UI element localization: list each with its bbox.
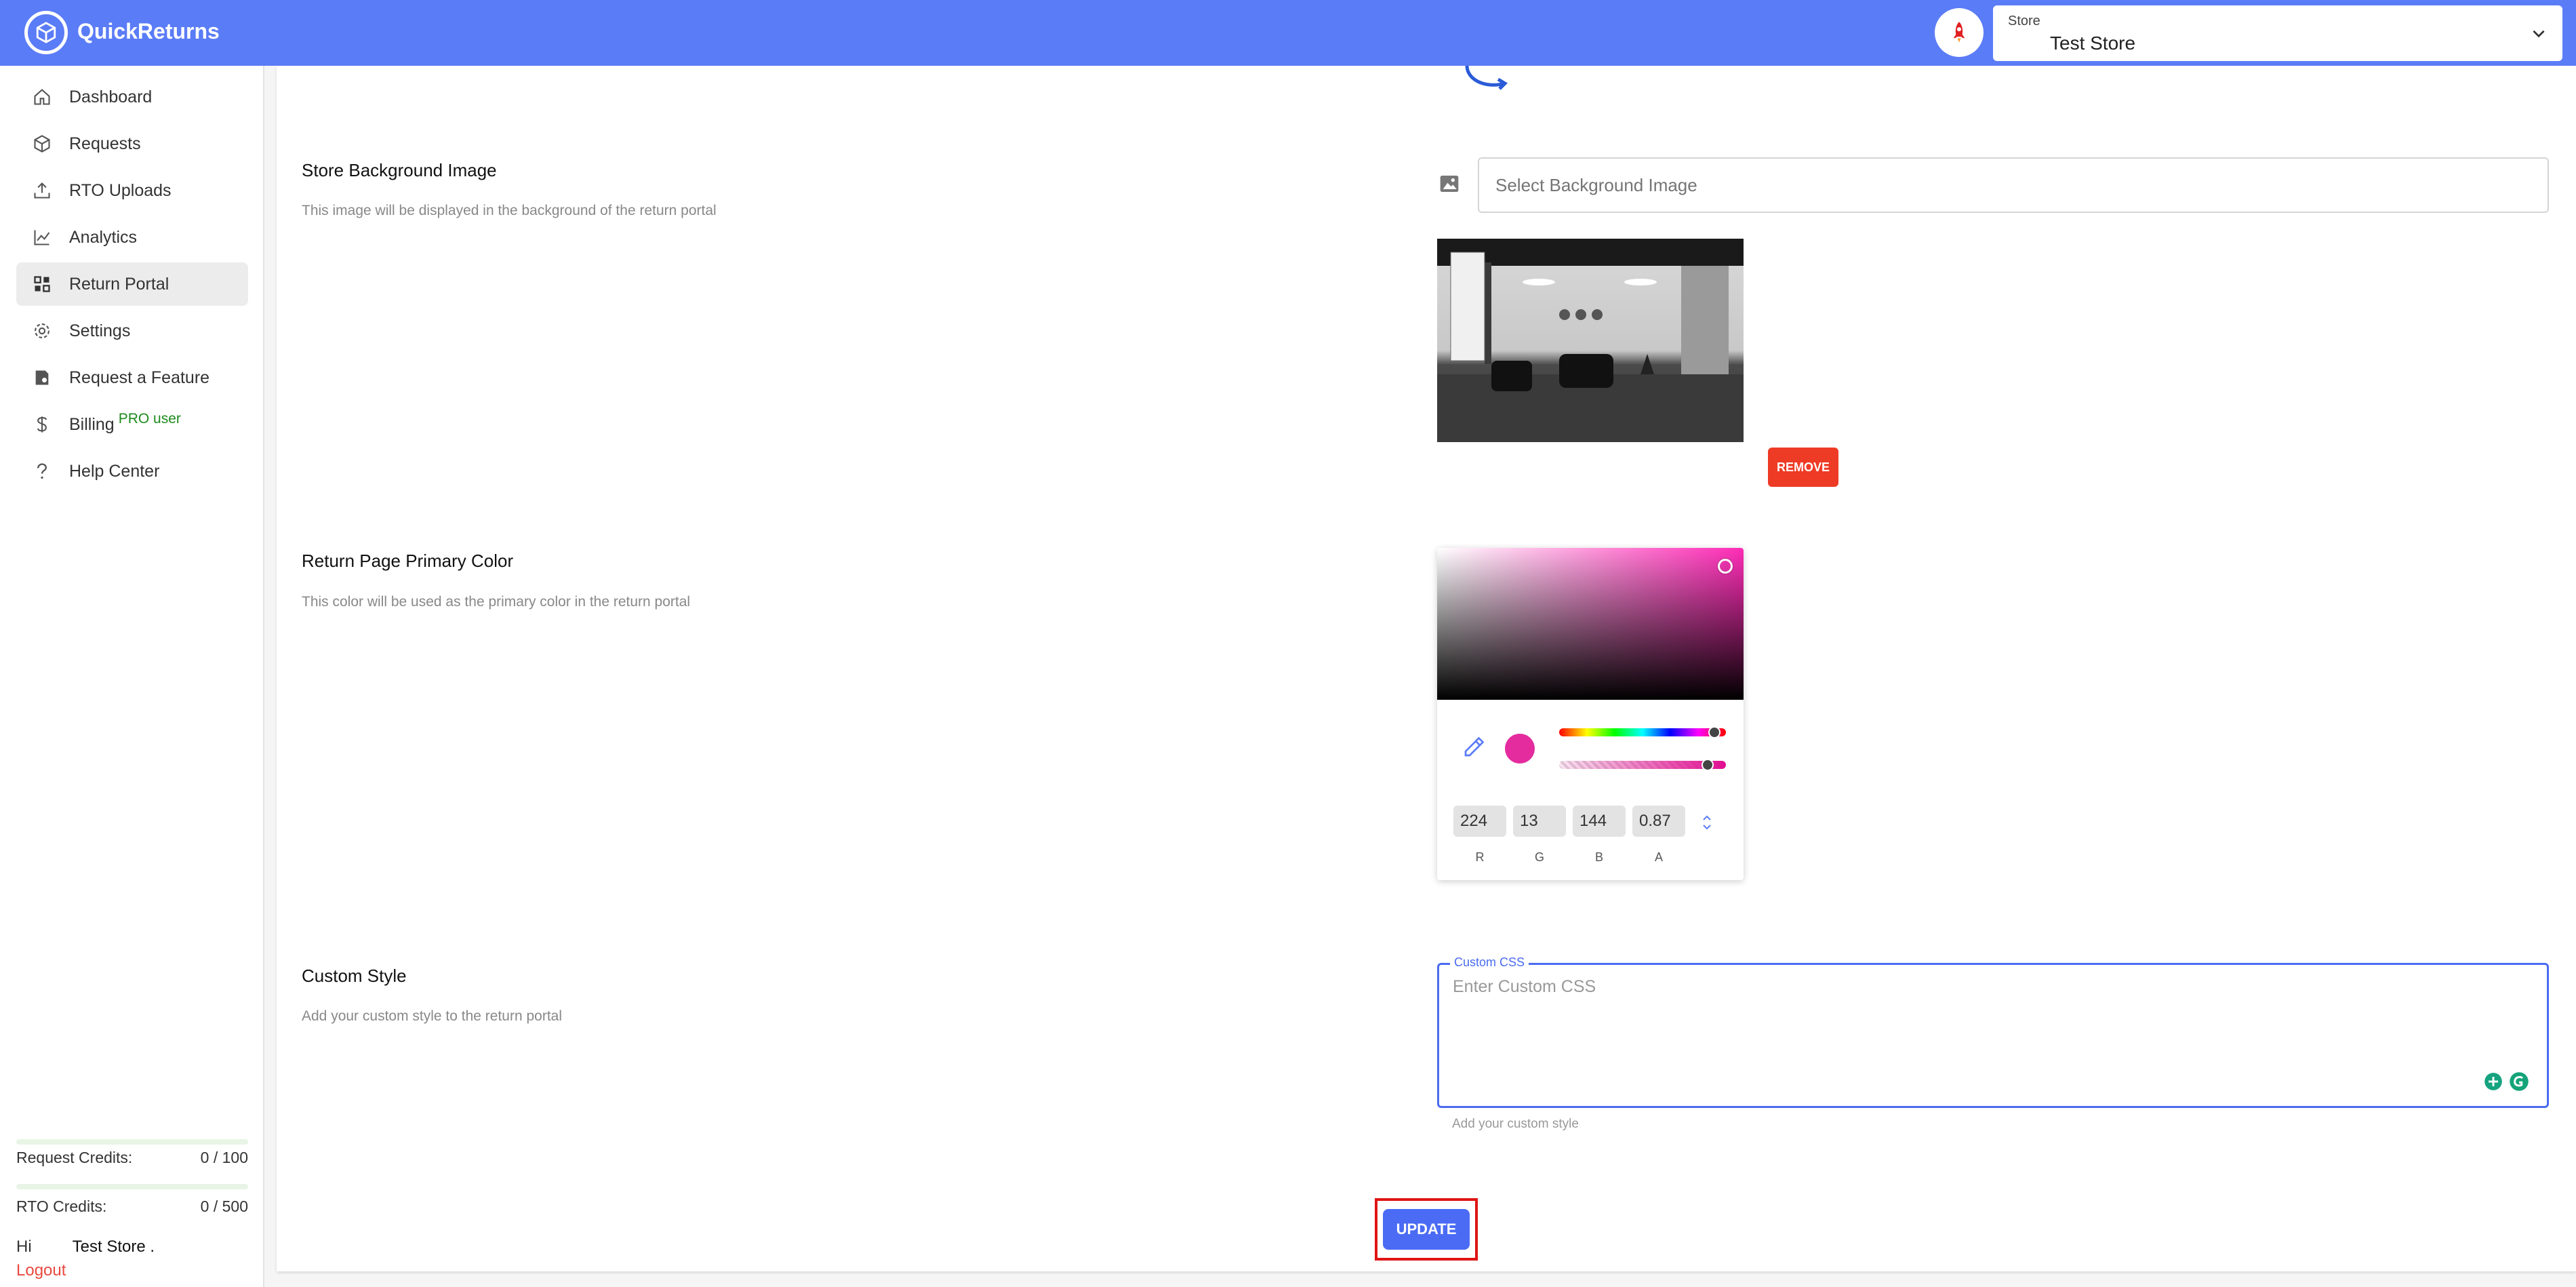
sidebar-item-label: Dashboard [69, 87, 153, 106]
rto-credits: RTO Credits: 0 / 500 [16, 1197, 248, 1216]
color-section-title: Return Page Primary Color [302, 551, 514, 571]
chart-icon [31, 226, 53, 248]
color-swatch [1505, 734, 1535, 764]
sidebar-item-settings[interactable]: Settings [16, 309, 248, 353]
store-select-value: Test Store [2050, 33, 2136, 54]
sidebar-item-return-portal[interactable]: Return Portal [16, 262, 248, 306]
feature-icon [31, 367, 53, 389]
green-label: G [1534, 850, 1544, 864]
remove-image-button[interactable]: REMOVE [1768, 448, 1838, 487]
rto-credits-bar [16, 1184, 248, 1189]
format-toggle-icon[interactable] [1700, 812, 1714, 833]
alpha-thumb[interactable] [1702, 759, 1714, 771]
sidebar-item-billing[interactable]: Billing PRO user [16, 403, 248, 446]
sidebar-item-label: Analytics [69, 227, 138, 247]
red-value-input[interactable]: 224 [1453, 806, 1506, 837]
background-section-title: Store Background Image [302, 160, 497, 180]
editor-extension-icons [2480, 1068, 2532, 1095]
background-preview-image [1437, 239, 1744, 442]
background-image-input[interactable] [1478, 157, 2549, 213]
user-name: Test Store . [72, 1238, 155, 1256]
alpha-slider[interactable] [1559, 759, 1726, 771]
request-credits-label: Request Credits: [16, 1149, 133, 1166]
question-icon [31, 460, 53, 482]
color-picker: 224 13 144 0.87 R G B A [1437, 548, 1744, 880]
sidebar-item-label: RTO Uploads [69, 180, 172, 200]
alpha-value-input[interactable]: 0.87 [1632, 806, 1685, 837]
sidebar-item-label: Request a Feature [69, 368, 210, 387]
portal-logo-icon [1465, 66, 1508, 90]
update-button[interactable]: UPDATE [1383, 1209, 1470, 1250]
blue-label: B [1594, 850, 1603, 864]
hue-thumb[interactable] [1708, 726, 1720, 738]
request-credits: Request Credits: 0 / 100 [16, 1149, 248, 1167]
grammarly-icon[interactable] [2509, 1071, 2529, 1092]
sidebar-item-analytics[interactable]: Analytics [16, 216, 248, 259]
blue-value-input[interactable]: 144 [1573, 806, 1626, 837]
background-section-description: This image will be displayed in the back… [302, 203, 717, 218]
sidebar-item-requests[interactable]: Requests [16, 122, 248, 165]
chevron-down-icon [2533, 30, 2545, 38]
home-icon [31, 86, 53, 108]
sidebar-item-label: Return Portal [69, 274, 169, 294]
eyedropper-icon[interactable] [1462, 735, 1486, 759]
sidebar-item-rto-uploads[interactable]: RTO Uploads [16, 169, 248, 212]
style-section-description: Add your custom style to the return port… [302, 1008, 563, 1024]
sidebar-item-dashboard[interactable]: Dashboard [16, 75, 248, 119]
rocket-button[interactable] [1935, 8, 1984, 57]
image-icon [1440, 176, 1459, 192]
sidebar-item-request-feature[interactable]: Request a Feature [16, 356, 248, 399]
green-value-input[interactable]: 13 [1513, 806, 1566, 837]
custom-css-field: Custom CSS [1437, 955, 2549, 1108]
app-logo-icon [24, 11, 68, 54]
sidebar-item-label: Settings [69, 321, 131, 340]
rocket-icon [1953, 22, 1965, 43]
saturation-handle[interactable] [1718, 559, 1733, 574]
custom-css-helper: Add your custom style [1452, 1117, 1579, 1131]
hue-slider[interactable] [1559, 726, 1726, 738]
upload-icon [31, 180, 53, 201]
app-title: QuickReturns [77, 19, 220, 43]
custom-css-input[interactable] [1453, 977, 2524, 1092]
bulb-icon[interactable] [2484, 1072, 2503, 1091]
box-icon [31, 133, 53, 155]
sidebar-item-label: Billing [69, 414, 115, 434]
store-select[interactable]: Store Test Store [1993, 5, 2562, 61]
rto-credits-value: 0 / 500 [200, 1197, 248, 1215]
red-label: R [1475, 850, 1485, 864]
grid-icon [31, 273, 53, 295]
rto-credits-label: RTO Credits: [16, 1197, 107, 1215]
request-credits-value: 0 / 100 [200, 1149, 248, 1166]
user-greeting: Hi Test Store . [16, 1238, 155, 1256]
sidebar-item-label: Help Center [69, 461, 160, 481]
alpha-label: A [1654, 850, 1663, 864]
saturation-area[interactable] [1437, 548, 1744, 700]
request-credits-bar [16, 1139, 248, 1145]
custom-css-label: Custom CSS [1450, 955, 1529, 970]
update-highlight: UPDATE [1375, 1198, 1478, 1261]
gear-icon [31, 320, 53, 342]
top-bar: QuickReturns Store Test Store [0, 0, 2576, 66]
color-section-description: This color will be used as the primary c… [302, 594, 691, 610]
logout-link[interactable]: Logout [16, 1261, 66, 1280]
pro-user-badge: PRO user [118, 411, 181, 427]
style-section-title: Custom Style [302, 966, 407, 986]
greeting-text: Hi [16, 1238, 32, 1256]
sidebar-item-help-center[interactable]: Help Center [16, 450, 248, 493]
store-select-label: Store [2008, 14, 2040, 28]
sidebar-item-label: Requests [69, 134, 141, 153]
dollar-icon [31, 414, 53, 435]
